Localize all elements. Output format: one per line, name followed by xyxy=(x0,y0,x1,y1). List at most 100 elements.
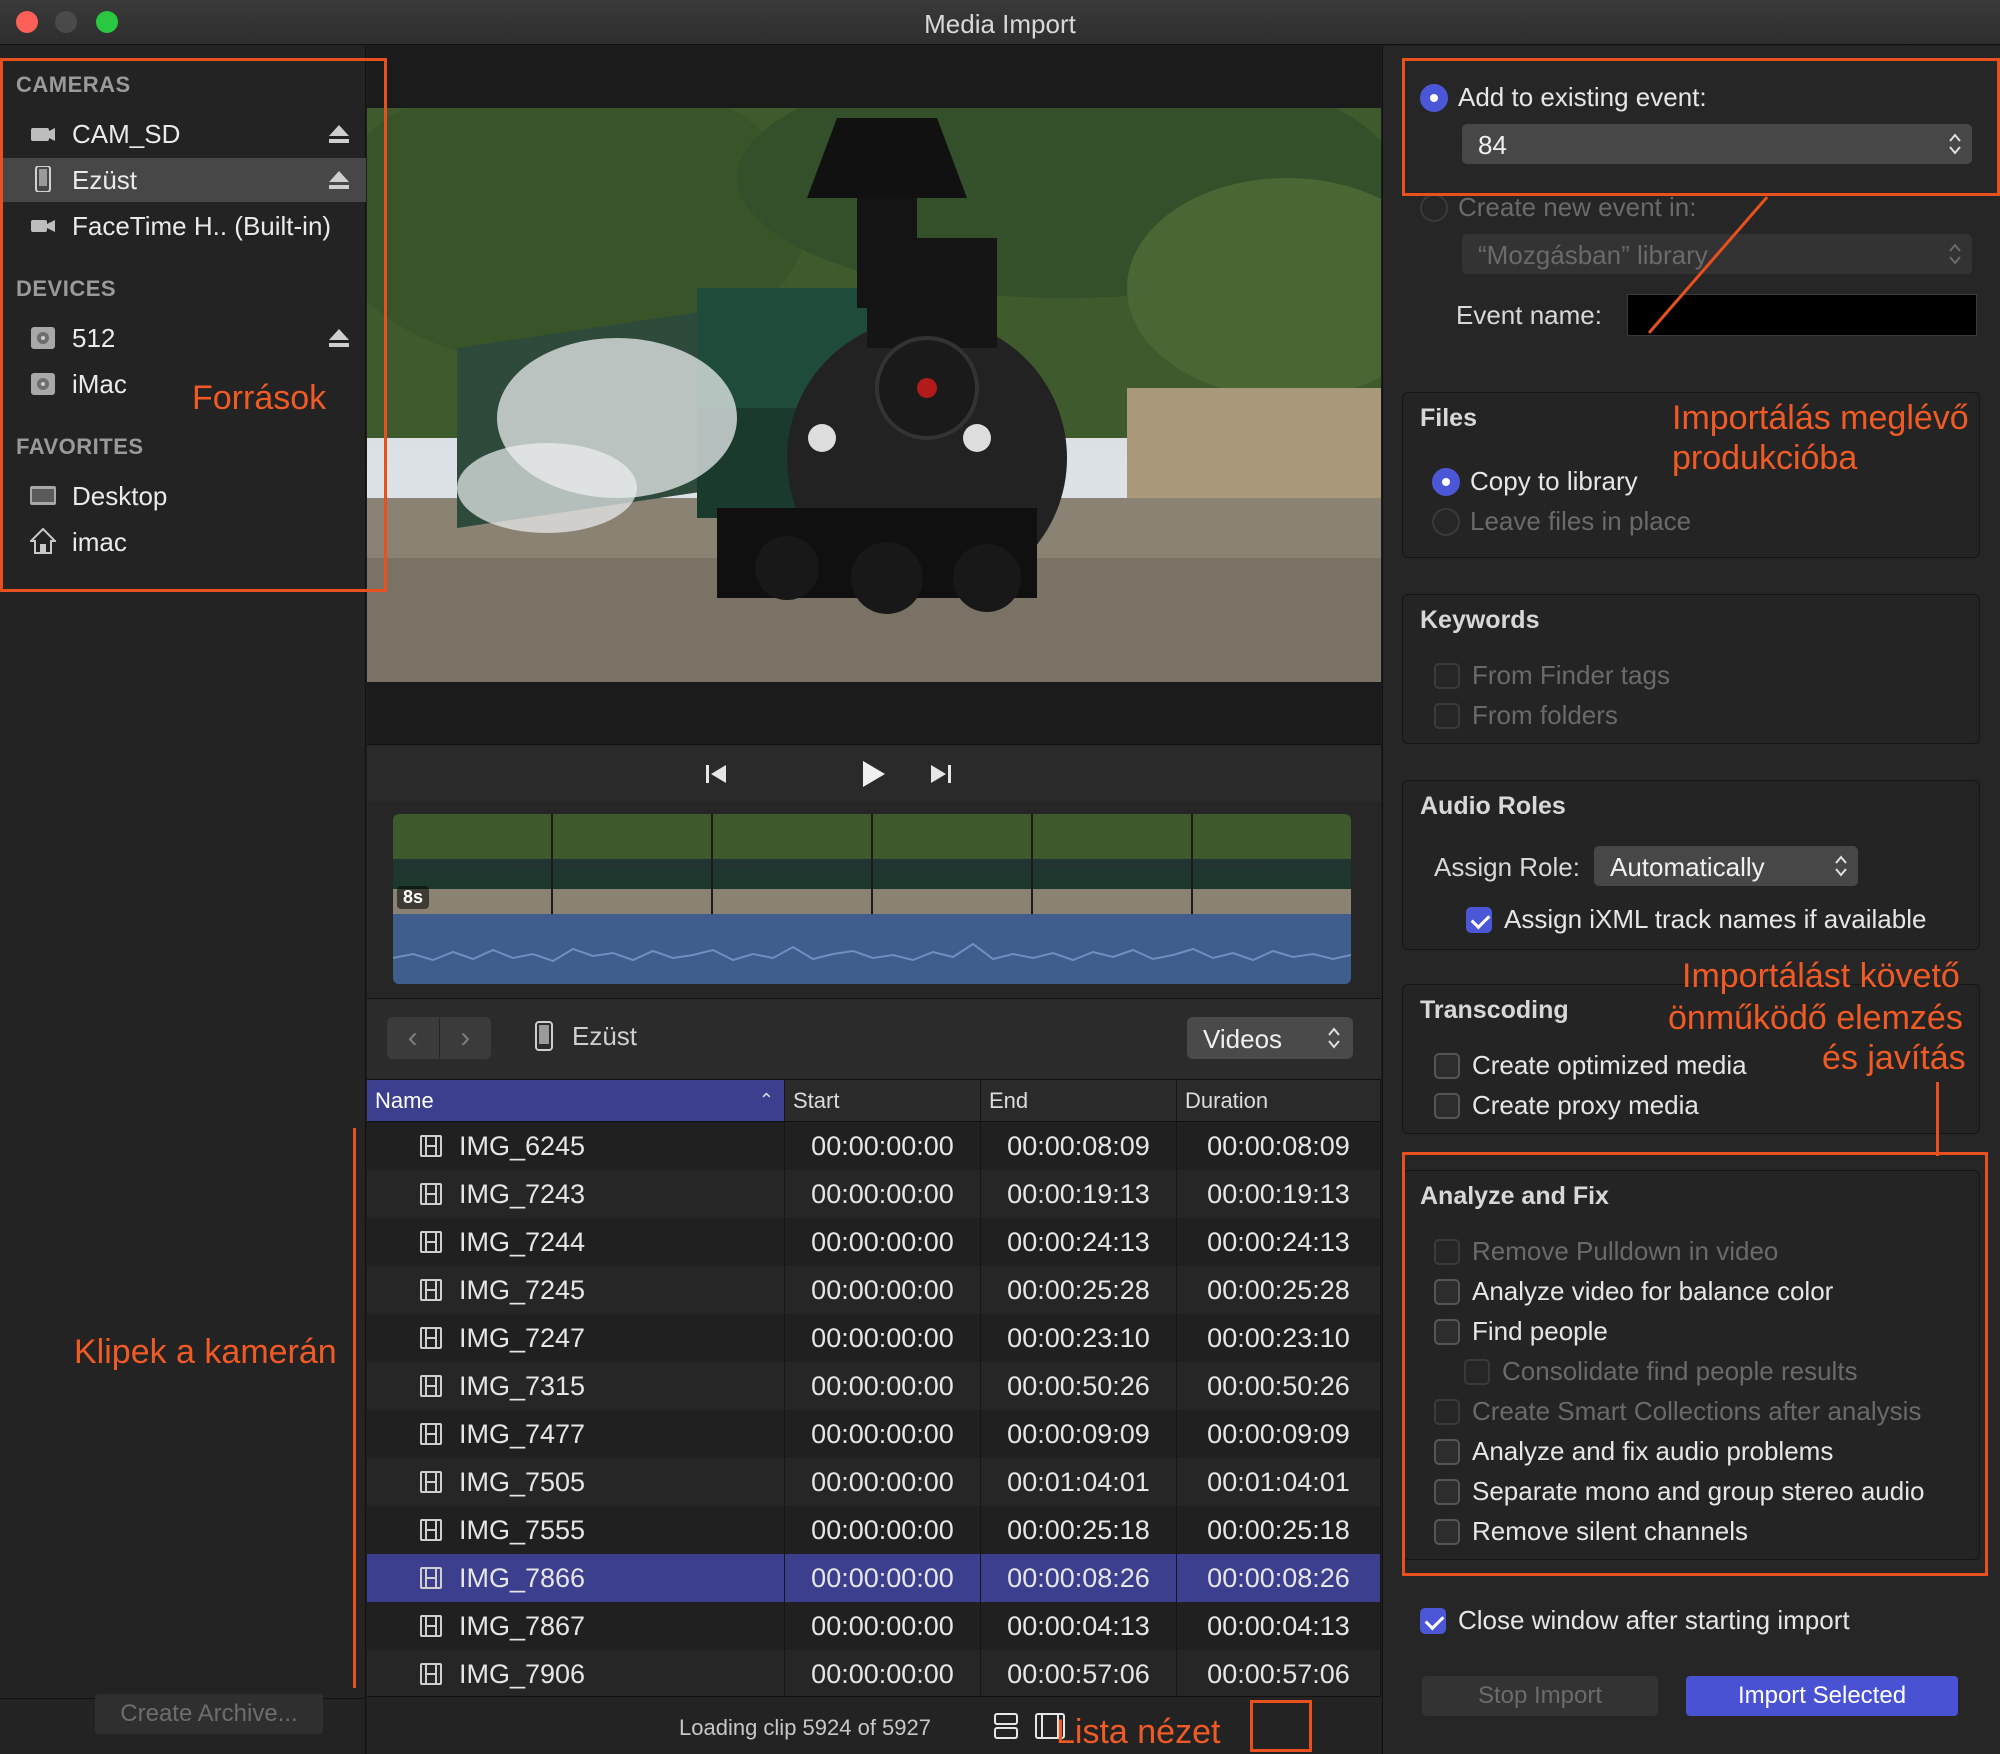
cell-end: 00:00:09:09 xyxy=(981,1410,1177,1458)
create-archive-button[interactable]: Create Archive... xyxy=(95,1694,323,1734)
radio-unselected xyxy=(1420,193,1448,222)
cell-end: 00:00:08:09 xyxy=(981,1122,1177,1170)
table-row[interactable]: IMG_7906 00:00:00:00 00:00:57:06 00:00:57:0… xyxy=(367,1650,1381,1696)
back-button[interactable]: ‹ xyxy=(387,1017,439,1059)
from-folders-checkbox[interactable]: From folders xyxy=(1434,700,1618,731)
clip-name: IMG_7244 xyxy=(459,1226,586,1257)
media-type-value: Videos xyxy=(1203,1024,1283,1054)
clip-rows: IMG_6245 00:00:00:00 00:00:08:09 00:00:08:0… xyxy=(367,1122,1381,1696)
table-row[interactable]: IMG_6245 00:00:00:00 00:00:08:09 00:00:08:0… xyxy=(367,1122,1381,1170)
optimized-media-checkbox[interactable]: Create optimized media xyxy=(1434,1050,1747,1081)
cell-start: 00:00:00:00 xyxy=(785,1218,981,1266)
table-row[interactable]: IMG_7244 00:00:00:00 00:00:24:13 00:00:24:1… xyxy=(367,1218,1381,1266)
clip-name: IMG_7477 xyxy=(459,1418,586,1449)
list-view-icon[interactable] xyxy=(987,1709,1025,1743)
clip-name: IMG_7555 xyxy=(459,1514,586,1545)
table-row[interactable]: IMG_7555 00:00:00:00 00:00:25:18 00:00:25:1… xyxy=(367,1506,1381,1554)
from-finder-tags-checkbox[interactable]: From Finder tags xyxy=(1434,660,1670,691)
film-clip-icon xyxy=(420,1663,442,1685)
clip-name: IMG_7245 xyxy=(459,1274,586,1305)
cell-name: IMG_7555 xyxy=(367,1506,785,1554)
table-row[interactable]: IMG_7247 00:00:00:00 00:00:23:10 00:00:23:1… xyxy=(367,1314,1381,1362)
film-clip-icon xyxy=(420,1519,442,1541)
assign-role-popup[interactable]: Automatically xyxy=(1594,846,1858,886)
annotation-existing-event-box xyxy=(1402,58,2000,196)
annotation-import-existing-1: Importálás meglévő xyxy=(1672,399,1969,437)
import-selected-button[interactable]: Import Selected xyxy=(1686,1676,1958,1716)
video-preview-frame xyxy=(367,108,1381,682)
clip-name: IMG_7867 xyxy=(459,1610,586,1641)
table-row[interactable]: IMG_7243 00:00:00:00 00:00:19:13 00:00:19:1… xyxy=(367,1170,1381,1218)
clip-name: IMG_7505 xyxy=(459,1466,586,1497)
stop-import-button[interactable]: Stop Import xyxy=(1422,1676,1658,1716)
cell-start: 00:00:00:00 xyxy=(785,1170,981,1218)
checkbox xyxy=(1434,1052,1460,1079)
film-clip-icon xyxy=(420,1567,442,1589)
option-label: Create proxy media xyxy=(1472,1090,1699,1120)
checkbox xyxy=(1434,662,1460,689)
cell-end: 00:00:25:18 xyxy=(981,1506,1177,1554)
event-name-field[interactable] xyxy=(1627,294,1977,336)
transport-controls xyxy=(367,744,1381,802)
clip-name: IMG_7243 xyxy=(459,1178,586,1209)
cell-name: IMG_7906 xyxy=(367,1650,785,1696)
annotation-clips-on-camera: Klipek a kamerán xyxy=(74,1333,337,1371)
cell-start: 00:00:00:00 xyxy=(785,1362,981,1410)
column-label: Name xyxy=(375,1088,434,1113)
table-row[interactable]: IMG_7505 00:00:00:00 00:01:04:01 00:01:04:0… xyxy=(367,1458,1381,1506)
leave-in-place-radio[interactable]: Leave files in place xyxy=(1432,506,1691,537)
column-name[interactable]: Name ⌃ xyxy=(367,1080,785,1121)
cell-duration: 00:00:25:28 xyxy=(1177,1266,1381,1314)
option-label: Assign iXML track names if available xyxy=(1504,904,1927,934)
window-title: Media Import xyxy=(924,9,1076,39)
cell-end: 00:00:25:28 xyxy=(981,1266,1177,1314)
annotation-auto-analysis-2: önműködő elemzés xyxy=(1668,999,1963,1037)
column-start[interactable]: Start xyxy=(785,1080,981,1121)
column-duration[interactable]: Duration xyxy=(1177,1080,1381,1121)
play-icon[interactable] xyxy=(861,759,887,789)
list-header: Name ⌃ Start End Duration xyxy=(367,1080,1381,1122)
preview-viewer xyxy=(367,46,1381,744)
option-label: Copy to library xyxy=(1470,466,1638,496)
film-clip-icon xyxy=(420,1327,442,1349)
updown-chevron-icon xyxy=(1949,243,1961,265)
cell-duration: 00:00:04:13 xyxy=(1177,1602,1381,1650)
cell-end: 00:00:04:13 xyxy=(981,1602,1177,1650)
cell-name: IMG_7243 xyxy=(367,1170,785,1218)
cell-start: 00:00:00:00 xyxy=(785,1458,981,1506)
event-name-label: Event name: xyxy=(1456,300,1602,330)
cell-duration: 00:00:19:13 xyxy=(1177,1170,1381,1218)
create-new-event-radio[interactable]: Create new event in: xyxy=(1420,192,1696,223)
status-bar: Loading clip 5924 of 5927 xyxy=(367,1696,1381,1754)
assign-role-label: Assign Role: xyxy=(1434,852,1580,882)
forward-button[interactable]: › xyxy=(438,1017,492,1059)
keywords-title: Keywords xyxy=(1420,606,1540,634)
table-row[interactable]: IMG_7245 00:00:00:00 00:00:25:28 00:00:25:2… xyxy=(367,1266,1381,1314)
close-window-checkbox[interactable]: Close window after starting import xyxy=(1420,1605,1850,1636)
table-row[interactable]: IMG_7315 00:00:00:00 00:00:50:26 00:00:50:2… xyxy=(367,1362,1381,1410)
radio-selected xyxy=(1432,467,1460,496)
film-clip-icon xyxy=(420,1135,442,1157)
proxy-media-checkbox[interactable]: Create proxy media xyxy=(1434,1090,1699,1121)
table-row[interactable]: IMG_7477 00:00:00:00 00:00:09:09 00:00:09:0… xyxy=(367,1410,1381,1458)
table-row[interactable]: IMG_7867 00:00:00:00 00:00:04:13 00:00:04:1… xyxy=(367,1602,1381,1650)
checkbox-checked xyxy=(1420,1607,1446,1634)
skip-forward-icon[interactable] xyxy=(930,763,952,785)
browser-toolbar: ‹ › Ezüst Videos xyxy=(367,998,1381,1080)
table-row[interactable]: IMG_7866 00:00:00:00 00:00:08:26 00:00:08:2… xyxy=(367,1554,1381,1602)
clip-filmstrip[interactable]: 8s xyxy=(367,802,1381,998)
option-label: Create new event in: xyxy=(1458,192,1697,222)
filmstrip-thumbnails xyxy=(393,814,1351,914)
cell-name: IMG_7477 xyxy=(367,1410,785,1458)
assign-ixml-checkbox[interactable]: Assign iXML track names if available xyxy=(1466,904,1926,935)
media-type-popup[interactable]: Videos xyxy=(1187,1017,1353,1059)
option-label: From Finder tags xyxy=(1472,660,1670,690)
audio-waveform xyxy=(393,914,1351,984)
column-end[interactable]: End xyxy=(981,1080,1177,1121)
skip-back-icon[interactable] xyxy=(705,763,727,785)
copy-to-library-radio[interactable]: Copy to library xyxy=(1432,466,1638,497)
updown-chevron-icon xyxy=(1835,855,1847,877)
popup-value: “Mozgásban” library xyxy=(1478,240,1708,270)
cell-duration: 00:00:23:10 xyxy=(1177,1314,1381,1362)
radio-unselected xyxy=(1432,507,1460,536)
